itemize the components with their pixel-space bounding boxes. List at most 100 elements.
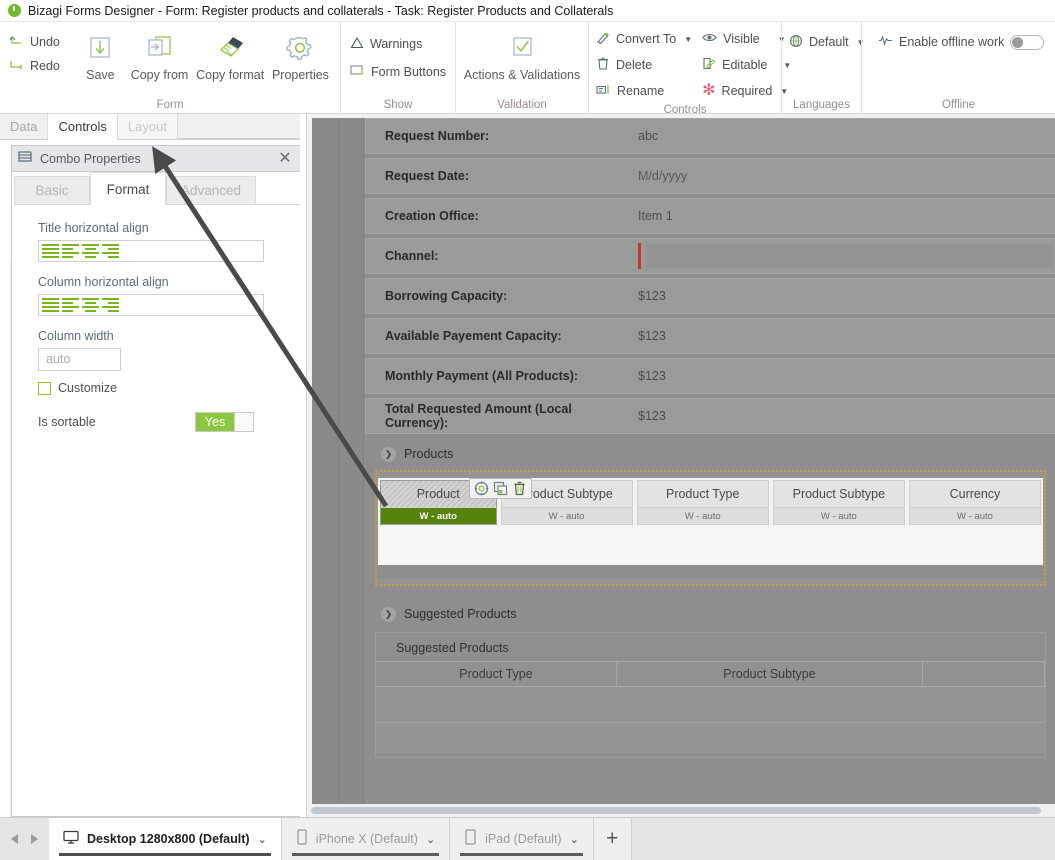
suggested-column-product-type[interactable]: Product Type [376,661,617,687]
gear-icon [285,29,315,67]
grid-column-currency[interactable]: Currency W - auto [908,480,1042,525]
tab-advanced[interactable]: Advanced [166,176,257,205]
save-icon [85,29,115,67]
tab-layout[interactable]: Layout [117,114,178,139]
align-justify-icon[interactable] [42,298,59,312]
undo-button[interactable]: Undo [7,33,74,51]
field-value: $123 [638,329,666,343]
suggested-column-product-subtype[interactable]: Product Subtype [617,661,923,687]
save-button[interactable]: Save [74,27,126,82]
field-value: $123 [638,409,666,423]
align-left-icon[interactable] [62,298,79,312]
required-button[interactable]: ✻ Required ▼ [702,80,791,102]
tab-data[interactable]: Data [0,114,49,139]
column-horizontal-align-picker[interactable] [38,294,264,316]
is-sortable-toggle[interactable]: Yes [195,412,254,432]
field-row-request-date[interactable]: Request Date: M/d/yyyy [365,158,1055,194]
editable-button[interactable]: Editable ▼ [702,54,791,76]
align-left-icon[interactable] [62,244,79,258]
trash-icon[interactable] [512,481,527,496]
form-buttons-button[interactable]: Form Buttons [348,63,450,81]
align-center-icon[interactable] [82,244,99,258]
chevron-down-icon[interactable]: ⌄ [426,833,435,846]
field-row-creation-office[interactable]: Creation Office: Item 1 [365,198,1055,234]
application-window: Bizagi Forms Designer - Form: Register p… [0,0,1055,860]
tab-advanced-label: Advanced [181,183,242,198]
field-label: Monthly Payment (All Products): [385,369,579,383]
visible-button[interactable]: Visible ▼ [702,28,791,50]
products-grid-dropzone: Product W - auto Product Subtype W - aut… [375,470,1046,586]
field-row-available-payement-capacity[interactable]: Available Payement Capacity: $123 [365,318,1055,354]
trash-icon [596,57,610,73]
is-sortable-label: Is sortable [38,415,96,429]
enable-offline-work-toggle[interactable]: Enable offline work [878,31,1045,53]
actions-validations-button[interactable]: Actions & Validations [463,27,581,82]
delete-button[interactable]: Delete [596,54,692,76]
undo-label: Undo [30,35,60,49]
chevron-down-icon[interactable]: ⌄ [258,833,267,846]
close-icon[interactable]: ✕ [276,150,294,168]
add-device-button[interactable]: + [593,818,632,860]
rename-icon [596,83,611,99]
align-right-icon[interactable] [102,244,119,258]
left-arrow-icon[interactable] [8,831,22,847]
tab-format[interactable]: Format [90,172,166,206]
grid-column-product-subtype-2[interactable]: Product Subtype W - auto [772,480,905,525]
suggested-products-header-row: Product Type Product Subtype [376,661,1045,687]
offline-toggle-switch[interactable] [1010,34,1045,50]
chevron-down-icon[interactable]: ❯ [381,446,396,462]
suggested-column-extra[interactable] [923,661,1045,687]
field-row-borrowing-capacity[interactable]: Borrowing Capacity: $123 [365,278,1055,314]
field-row-channel[interactable]: Channel: [365,238,1055,274]
customize-checkbox[interactable] [38,381,51,395]
rename-button[interactable]: Rename [596,80,692,102]
canvas-horizontal-scrollbar[interactable] [307,804,1055,817]
left-panel-scroll-strip[interactable] [0,259,11,860]
field-row-request-number[interactable]: Request Number: abc [365,118,1055,154]
column-width-badge: W - auto [501,507,632,524]
tab-layout-label: Layout [127,119,167,134]
tab-data-label: Data [10,119,38,134]
tab-controls[interactable]: Controls [48,114,118,140]
section-header-suggested-products[interactable]: ❯ Suggested Products [365,600,1055,628]
device-tab-iphone-x[interactable]: iPhone X (Default) ⌄ [281,818,451,860]
field-label: Borrowing Capacity: [385,289,508,303]
left-panel: Data Controls Layout Combo Properties ✕ … [0,114,300,860]
gear-icon[interactable] [474,481,489,496]
warnings-button[interactable]: Warnings [348,35,450,53]
chevron-down-icon[interactable]: ⌄ [570,833,579,846]
align-justify-icon[interactable] [42,244,59,258]
default-language-button[interactable]: Default ▼ [789,31,865,53]
window-title: Bizagi Forms Designer - Form: Register p… [28,3,614,18]
device-tab-ipad[interactable]: iPad (Default) ⌄ [450,818,594,860]
required-label: Required [721,84,773,98]
chevron-down-icon[interactable]: ❯ [381,606,396,622]
section-header-products[interactable]: ❯ Products [365,440,1055,468]
field-value: M/d/yyyy [638,169,688,183]
is-sortable-row: Is sortable Yes [38,412,284,432]
right-arrow-icon[interactable] [27,831,41,847]
form-canvas-container: Request Number: abc Request Date: M/d/yy… [306,114,1055,817]
align-right-icon[interactable] [102,298,119,312]
column-width-input[interactable]: auto [38,348,121,371]
copy-format-button[interactable]: Copy format [192,27,267,82]
title-horizontal-align-picker[interactable] [38,240,264,262]
duplicate-icon[interactable] [493,481,508,496]
ribbon-toolbar: Undo Redo Save Copy from Copy format Pro… [0,22,1055,116]
device-tab-desktop[interactable]: Desktop 1280x800 (Default) ⌄ [49,818,282,860]
ribbon-group-offline-label: Offline [941,99,976,111]
customize-checkbox-row[interactable]: Customize [38,381,284,395]
redo-button[interactable]: Redo [7,57,74,75]
canvas-scrollbar-thumb[interactable] [311,807,1041,814]
copy-from-button[interactable]: Copy from [127,27,193,82]
enable-offline-work-label: Enable offline work [899,35,1005,49]
convert-to-button[interactable]: Convert To ▼ [596,28,692,50]
field-row-total-requested-amount[interactable]: Total Requested Amount (Local Currency):… [365,398,1055,434]
grid-column-product-type[interactable]: Product Type W - auto [636,480,769,525]
tab-basic[interactable]: Basic [14,176,90,205]
ribbon-group-validation-label: Validation [497,99,547,111]
field-row-monthly-payment[interactable]: Monthly Payment (All Products): $123 [365,358,1055,394]
properties-button[interactable]: Properties [268,27,333,82]
channel-combo-input[interactable] [644,243,1054,269]
align-center-icon[interactable] [82,298,99,312]
